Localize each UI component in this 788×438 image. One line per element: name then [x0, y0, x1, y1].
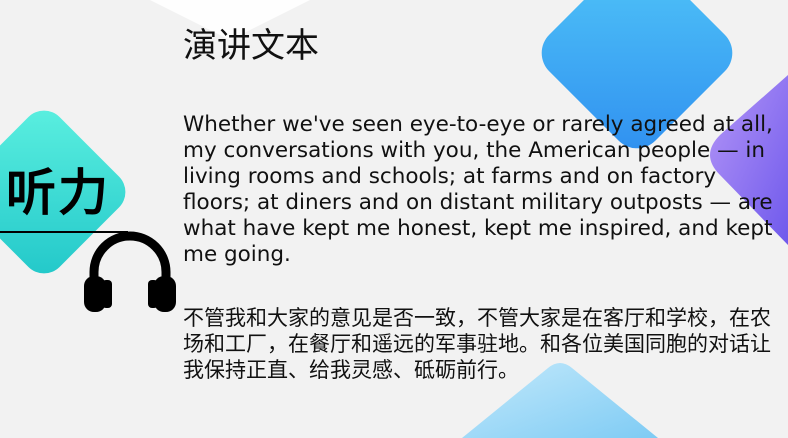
slide: 演讲文本 Whether we've seen eye-to-eye or ra… — [0, 0, 788, 438]
english-speech-text: Whether we've seen eye-to-eye or rarely … — [183, 112, 773, 267]
chinese-speech-text: 不管我和大家的意见是否一致，不管大家是在客厅和学校，在农场和工厂，在餐厅和遥远的… — [183, 306, 771, 382]
headphones-icon — [84, 231, 176, 312]
listening-label: 听力 — [6, 164, 110, 222]
slide-title: 演讲文本 — [183, 26, 319, 66]
